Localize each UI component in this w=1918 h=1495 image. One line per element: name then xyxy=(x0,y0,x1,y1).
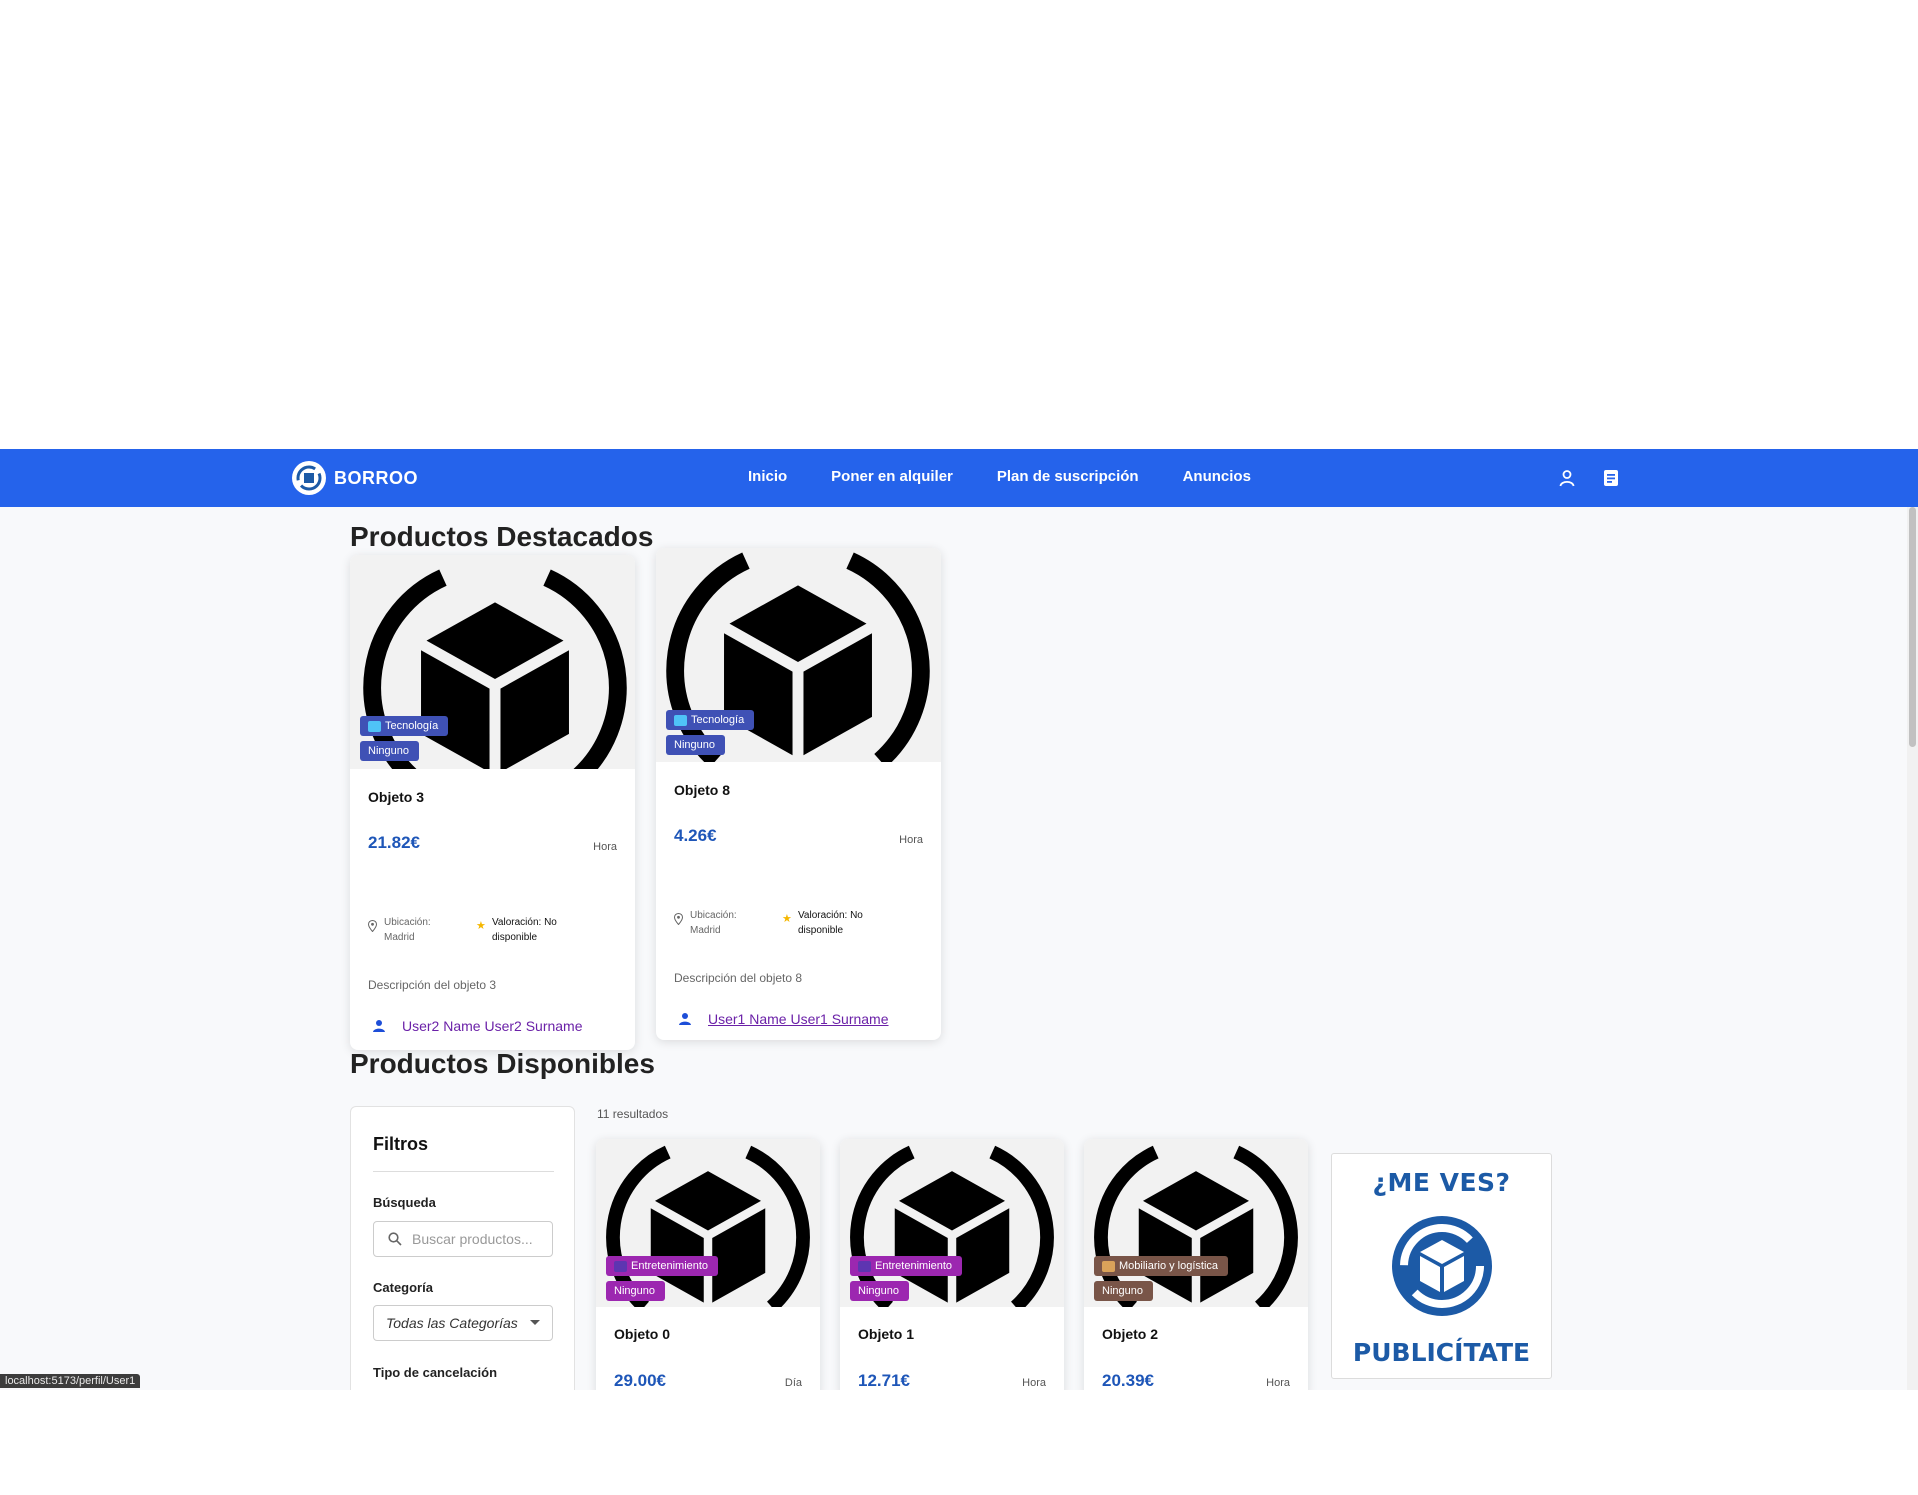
price-unit: Hora xyxy=(1022,1377,1046,1389)
price-unit: Día xyxy=(784,1377,802,1389)
category-label: Categoría xyxy=(373,1280,433,1295)
nav-link-plan-suscripcion[interactable]: Plan de suscripción xyxy=(997,468,1139,485)
gamepad-icon xyxy=(858,1260,871,1272)
product-image: Entretenimiento Ninguno xyxy=(840,1139,1064,1307)
borroo-logo-icon xyxy=(1392,1216,1492,1316)
brand-logo[interactable]: BORROO xyxy=(292,461,418,495)
search-label: Búsqueda xyxy=(373,1195,436,1210)
product-card[interactable]: Entretenimiento Ninguno Objeto 1 12.71€ … xyxy=(840,1139,1064,1390)
divider xyxy=(373,1171,554,1172)
rating-info: ★ Valoración: No disponible xyxy=(476,917,557,943)
nav-links: Inicio Poner en alquiler Plan de suscrip… xyxy=(748,468,1251,485)
category-badge: Mobiliario y logística xyxy=(1094,1256,1229,1276)
gamepad-icon xyxy=(614,1260,627,1272)
filters-title: Filtros xyxy=(373,1134,429,1154)
product-name: Objeto 8 xyxy=(674,782,731,798)
search-input[interactable]: Buscar productos... xyxy=(373,1221,553,1257)
owner-link[interactable]: User2 Name User2 Surname xyxy=(372,1018,583,1034)
results-count: 11 resultados xyxy=(597,1107,669,1121)
cancellation-badge: Ninguno xyxy=(850,1281,909,1301)
price-unit: Hora xyxy=(593,841,617,853)
cancellation-badge: Ninguno xyxy=(606,1281,665,1301)
price-unit: Hora xyxy=(1266,1377,1290,1389)
product-image: Tecnología Ninguno xyxy=(350,555,635,769)
product-price: 12.71€ xyxy=(858,1371,910,1390)
product-image: Tecnología Ninguno xyxy=(656,548,941,762)
product-price: 21.82€ xyxy=(368,833,420,852)
ad-call-to-action: PUBLICÍTATE xyxy=(1352,1338,1531,1367)
status-bar-url: localhost:5173/perfil/User1 xyxy=(0,1374,141,1388)
nav-link-anuncios[interactable]: Anuncios xyxy=(1183,468,1251,485)
user-icon[interactable] xyxy=(1557,468,1577,488)
product-name: Objeto 3 xyxy=(368,789,425,805)
package-icon xyxy=(1102,1260,1115,1272)
available-title: Productos Disponibles xyxy=(350,1048,655,1079)
category-badge: Tecnología xyxy=(666,710,755,730)
featured-card[interactable]: Tecnología Ninguno Objeto 3 21.82€ Hora … xyxy=(350,555,635,1050)
cancellation-badge: Ninguno xyxy=(1094,1281,1153,1301)
scrollbar-thumb[interactable] xyxy=(1909,507,1916,747)
product-card[interactable]: Mobiliario y logística Ninguno Objeto 2 … xyxy=(1084,1139,1308,1390)
ad-banner[interactable]: ¿ME VES? PUBLICÍTATE xyxy=(1331,1153,1552,1379)
borroo-logo-icon xyxy=(292,461,326,495)
person-icon xyxy=(373,1020,385,1032)
navbar: BORROO Inicio Poner en alquiler Plan de … xyxy=(0,449,1918,507)
product-description: Descripción del objeto 8 xyxy=(674,971,803,985)
star-icon: ★ xyxy=(476,920,486,932)
product-placeholder-icon xyxy=(358,555,632,769)
price-unit: Hora xyxy=(899,834,923,846)
product-name: Objeto 0 xyxy=(614,1326,671,1342)
document-icon[interactable] xyxy=(1601,468,1621,488)
featured-title: Productos Destacados xyxy=(350,521,654,552)
app-viewport: BORROO Inicio Poner en alquiler Plan de … xyxy=(0,449,1918,1390)
category-select[interactable]: Todas las Categorías xyxy=(373,1305,553,1341)
product-price: 20.39€ xyxy=(1102,1371,1154,1390)
nav-link-poner-en-alquiler[interactable]: Poner en alquiler xyxy=(831,468,953,485)
person-icon xyxy=(679,1013,691,1025)
vertical-scrollbar[interactable] xyxy=(1907,507,1918,1390)
location-pin-icon xyxy=(674,913,683,925)
product-name: Objeto 1 xyxy=(858,1326,915,1342)
chevron-down-icon xyxy=(530,1320,540,1325)
category-badge: Tecnología xyxy=(360,716,449,736)
laptop-icon xyxy=(674,714,687,726)
category-badge: Entretenimiento xyxy=(606,1256,719,1276)
search-icon xyxy=(388,1232,402,1246)
filters-panel: Filtros Búsqueda Buscar productos... Cat… xyxy=(350,1106,575,1390)
location-pin-icon xyxy=(368,920,377,932)
rating-info: ★ Valoración: No disponible xyxy=(782,910,863,936)
featured-card[interactable]: Tecnología Ninguno Objeto 8 4.26€ Hora U… xyxy=(656,548,941,1040)
product-card[interactable]: Entretenimiento Ninguno Objeto 0 29.00€ … xyxy=(596,1139,820,1390)
product-description: Descripción del objeto 3 xyxy=(368,978,497,992)
location-info: Ubicación: Madrid xyxy=(368,915,458,945)
product-price: 29.00€ xyxy=(614,1371,666,1390)
cancellation-label: Tipo de cancelación xyxy=(373,1365,498,1380)
product-image: Mobiliario y logística Ninguno xyxy=(1084,1139,1308,1307)
nav-link-inicio[interactable]: Inicio xyxy=(748,468,787,485)
cancellation-badge: Ninguno xyxy=(360,741,419,761)
laptop-icon xyxy=(368,720,381,732)
brand-name: BORROO xyxy=(334,467,418,488)
owner-link[interactable]: User1 Name User1 Surname xyxy=(678,1011,889,1027)
cancellation-badge: Ninguno xyxy=(666,735,725,755)
product-image: Entretenimiento Ninguno xyxy=(596,1139,820,1307)
star-icon: ★ xyxy=(782,913,792,925)
product-price: 4.26€ xyxy=(674,826,717,845)
location-info: Ubicación: Madrid xyxy=(674,908,764,938)
product-name: Objeto 2 xyxy=(1102,1326,1159,1342)
ad-headline: ¿ME VES? xyxy=(1372,1168,1511,1197)
category-badge: Entretenimiento xyxy=(850,1256,963,1276)
